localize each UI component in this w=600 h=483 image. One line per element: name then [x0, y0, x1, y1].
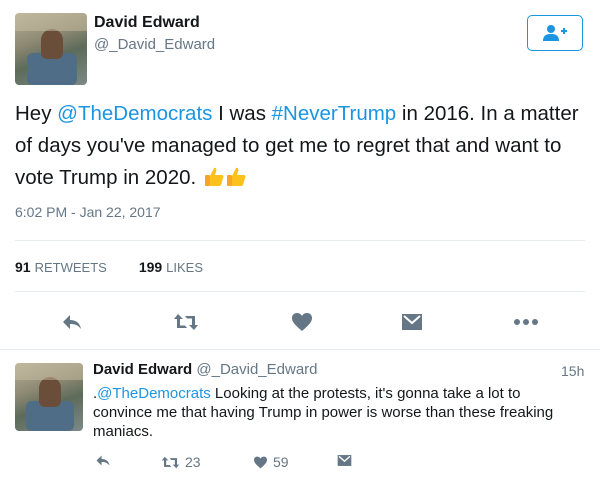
- reply-retweet-button[interactable]: 23: [161, 454, 201, 470]
- reply-button[interactable]: [58, 310, 86, 334]
- divider: [0, 349, 600, 350]
- follow-button[interactable]: [527, 15, 583, 51]
- reply-retweet-count: 23: [185, 454, 201, 470]
- like-icon: [292, 313, 312, 331]
- thumbs-up-icon: [226, 166, 246, 188]
- tweet-actions: [0, 310, 600, 334]
- reply-like-button[interactable]: 59: [253, 454, 289, 470]
- likes-stat[interactable]: 199 LIKES: [139, 259, 203, 275]
- likes-label: LIKES: [166, 260, 204, 275]
- author-name[interactable]: David Edward: [94, 14, 200, 32]
- author-avatar[interactable]: [15, 13, 87, 85]
- reply-like-count: 59: [273, 454, 289, 470]
- retweet-icon: [161, 456, 180, 468]
- mention-link[interactable]: @TheDemocrats: [57, 102, 212, 125]
- reply-author-avatar[interactable]: [15, 363, 83, 431]
- retweets-count: 91: [15, 259, 31, 275]
- thumbs-up-icon: [204, 166, 224, 188]
- like-icon: [254, 456, 267, 468]
- reply-mention-link[interactable]: @TheDemocrats: [97, 385, 211, 402]
- tweet-stats: 91 RETWEETS 199 LIKES: [15, 259, 203, 275]
- tweet-timestamp[interactable]: 6:02 PM - Jan 22, 2017: [15, 204, 161, 220]
- direct-message-button[interactable]: [398, 310, 426, 334]
- reply-header: David Edward @_David_Edward: [93, 361, 318, 378]
- retweets-label: RETWEETS: [34, 260, 107, 275]
- tweet-text-before: Hey: [15, 102, 58, 125]
- direct-message-icon: [402, 314, 422, 330]
- retweets-stat[interactable]: 91 RETWEETS: [15, 259, 107, 275]
- divider: [15, 240, 585, 241]
- tweet-text-middle: I was: [212, 102, 272, 125]
- more-button[interactable]: [512, 310, 540, 334]
- reply-author-handle[interactable]: @_David_Edward: [196, 361, 317, 378]
- reply-timestamp[interactable]: 15h: [561, 363, 584, 379]
- reply-icon: [63, 315, 81, 329]
- retweet-icon: [174, 314, 198, 330]
- tweet-text: Hey @TheDemocrats I was #NeverTrump in 2…: [15, 98, 585, 194]
- direct-message-icon: [337, 455, 352, 466]
- follow-user-icon: [543, 25, 567, 41]
- author-handle[interactable]: @_David_Edward: [94, 36, 215, 53]
- like-button[interactable]: [288, 310, 316, 334]
- reply-author-name[interactable]: David Edward: [93, 361, 192, 378]
- likes-count: 199: [138, 259, 163, 275]
- divider: [15, 291, 585, 292]
- reply-text: .@TheDemocrats Looking at the protests, …: [93, 384, 563, 441]
- reply-icon: [96, 455, 110, 466]
- hashtag-link[interactable]: #NeverTrump: [272, 102, 397, 125]
- retweet-button[interactable]: [172, 310, 200, 334]
- more-icon: [514, 319, 538, 325]
- reply-reply-button[interactable]: [95, 454, 111, 467]
- reply-direct-message-button[interactable]: [337, 454, 352, 467]
